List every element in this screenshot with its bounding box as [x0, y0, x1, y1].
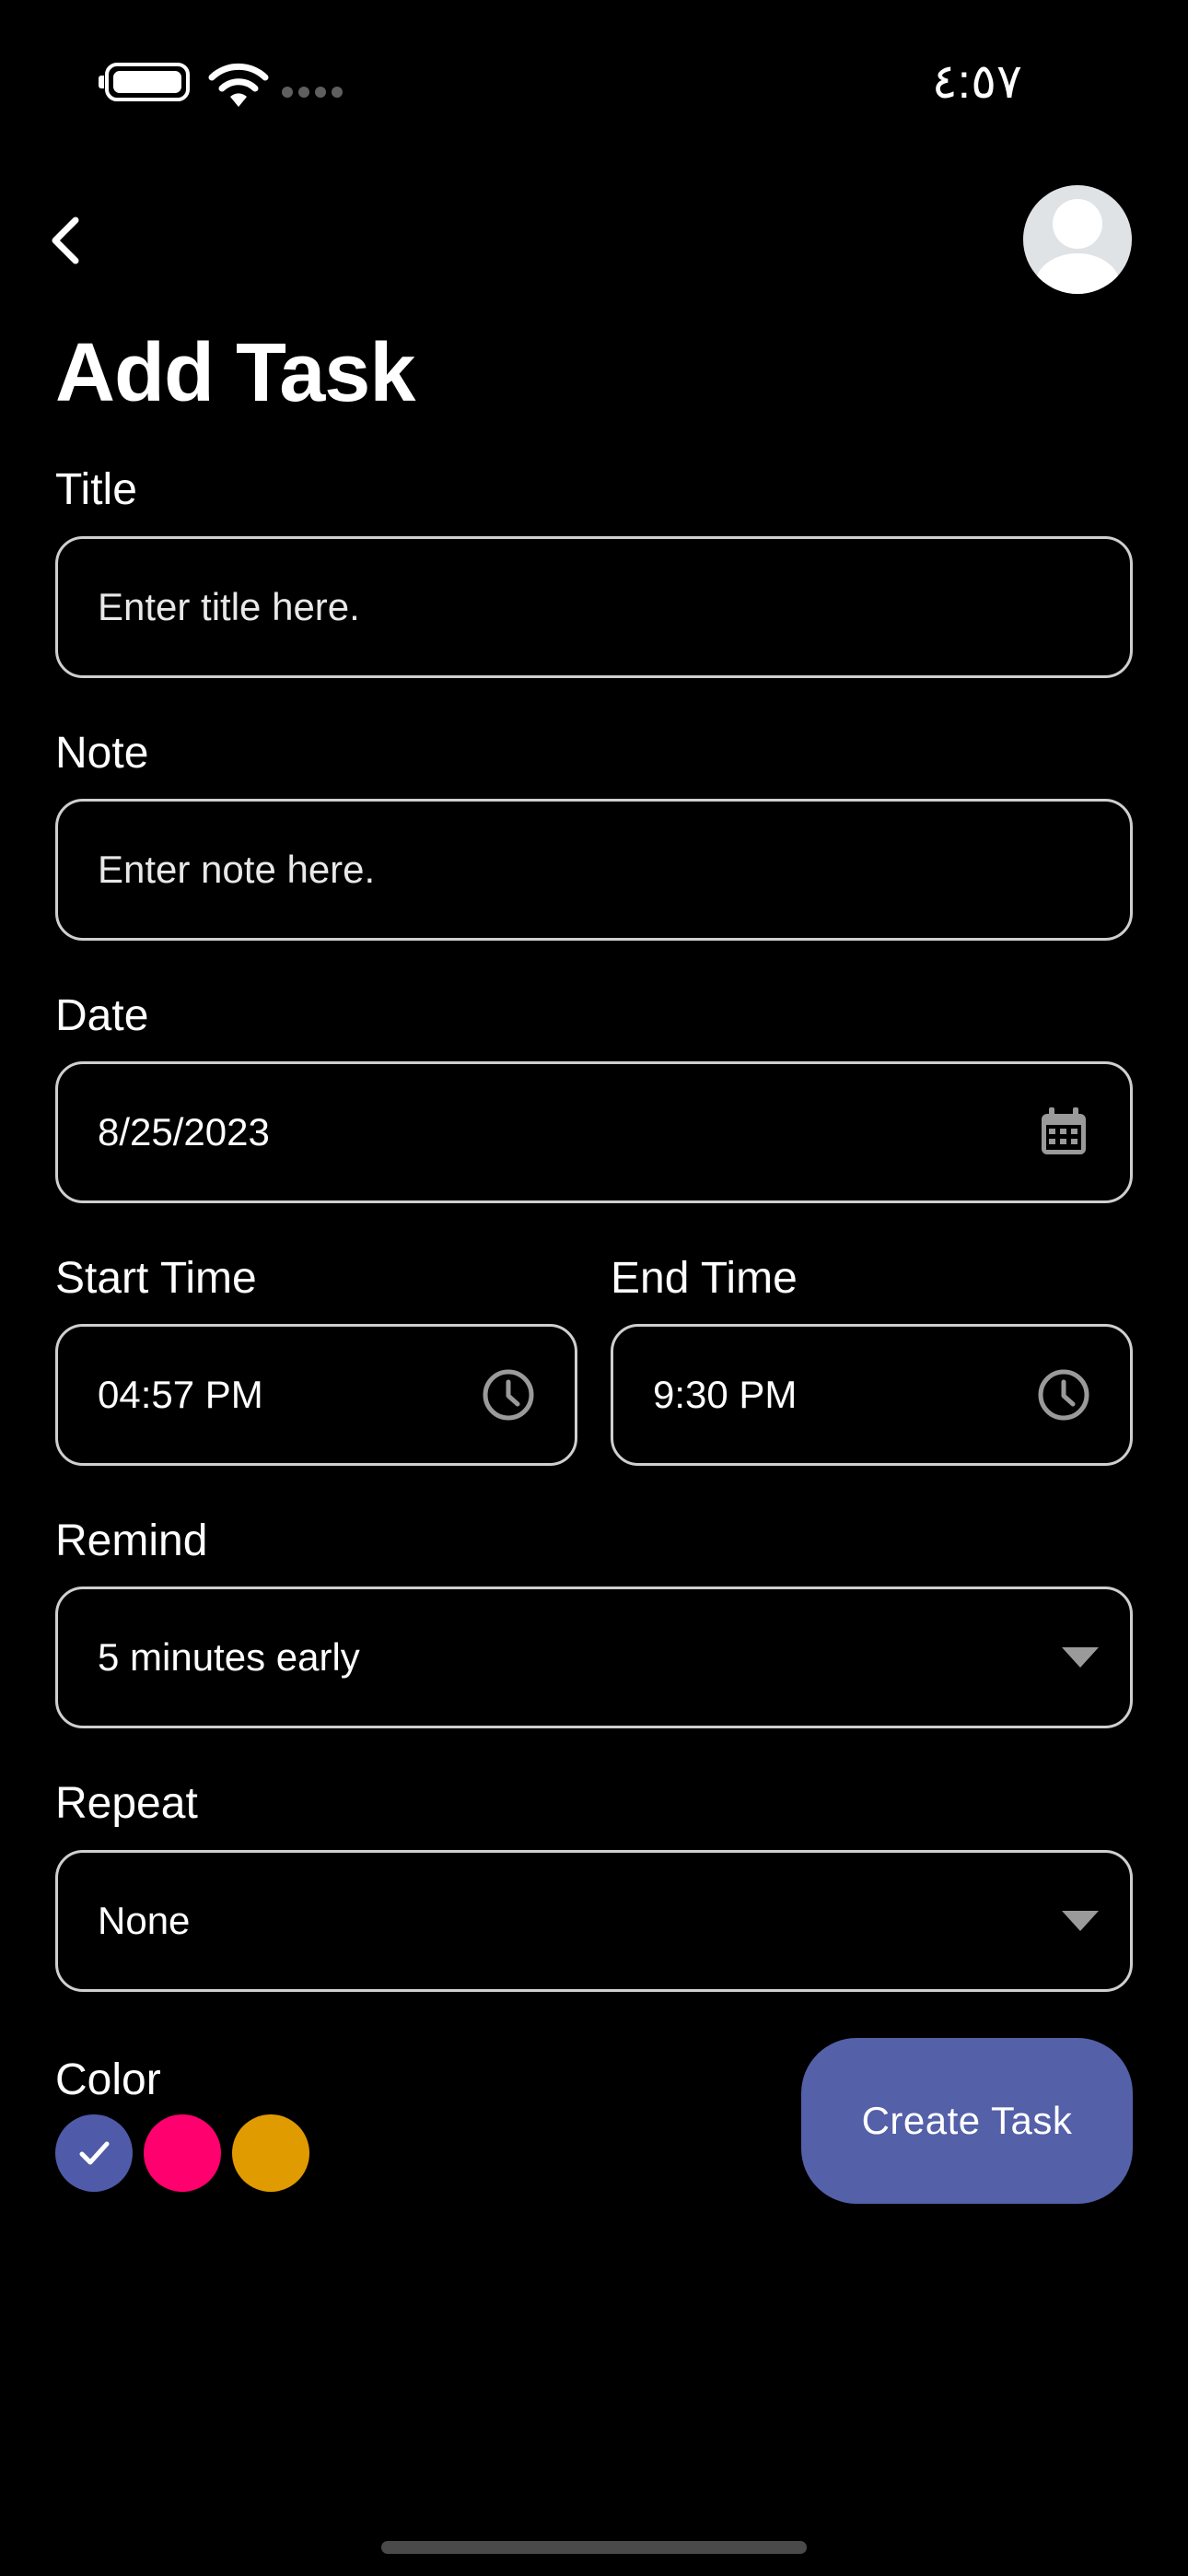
date-label: Date — [55, 991, 149, 1040]
back-button[interactable] — [37, 208, 92, 273]
repeat-value: None — [98, 1899, 191, 1942]
end-time-value: 9:30 PM — [653, 1373, 798, 1416]
repeat-select[interactable]: None — [55, 1850, 1133, 1992]
battery-icon — [99, 63, 190, 101]
color-swatch-blue[interactable] — [55, 2114, 133, 2192]
date-value: 8/25/2023 — [98, 1110, 270, 1153]
remind-select[interactable]: 5 minutes early — [55, 1587, 1133, 1728]
start-time-field[interactable]: 04:57 PM — [55, 1324, 577, 1466]
note-placeholder: Enter note here. — [98, 848, 376, 891]
status-time: ٤:٥٧ — [931, 55, 1022, 109]
create-task-button[interactable]: Create Task — [801, 2038, 1133, 2204]
calendar-icon[interactable] — [1036, 1105, 1091, 1160]
check-icon — [79, 2141, 110, 2165]
title-label: Title — [55, 465, 137, 514]
end-time-label: End Time — [611, 1254, 798, 1303]
color-swatch-orange[interactable] — [232, 2114, 309, 2192]
note-label: Note — [55, 729, 149, 778]
remind-value: 5 minutes early — [98, 1635, 360, 1679]
chevron-left-icon — [52, 217, 79, 264]
caret-down-icon[interactable] — [1060, 1907, 1101, 1935]
page-title: Add Task — [55, 327, 415, 419]
note-input[interactable]: Enter note here. — [55, 799, 1133, 941]
color-swatch-pink[interactable] — [144, 2114, 221, 2192]
clock-icon[interactable] — [1036, 1367, 1091, 1423]
end-time-field[interactable]: 9:30 PM — [611, 1324, 1133, 1466]
caret-down-icon[interactable] — [1060, 1644, 1101, 1671]
start-time-value: 04:57 PM — [98, 1373, 263, 1416]
home-indicator[interactable] — [381, 2541, 807, 2554]
add-task-screen: ٤:٥٧ Add Task Title Enter title here. No… — [0, 0, 1188, 2576]
color-label: Color — [55, 2055, 161, 2104]
title-input[interactable]: Enter title here. — [55, 536, 1133, 678]
avatar[interactable] — [1023, 185, 1132, 294]
title-placeholder: Enter title here. — [98, 585, 360, 628]
start-time-label: Start Time — [55, 1254, 257, 1303]
wifi-icon — [208, 63, 269, 107]
status-bar: ٤:٥٧ — [0, 50, 1188, 114]
date-field[interactable]: 8/25/2023 — [55, 1061, 1133, 1203]
remind-label: Remind — [55, 1516, 208, 1565]
clock-icon[interactable] — [481, 1367, 536, 1423]
cellular-signal-icon — [282, 87, 346, 100]
user-icon — [1035, 199, 1120, 294]
repeat-label: Repeat — [55, 1779, 198, 1828]
